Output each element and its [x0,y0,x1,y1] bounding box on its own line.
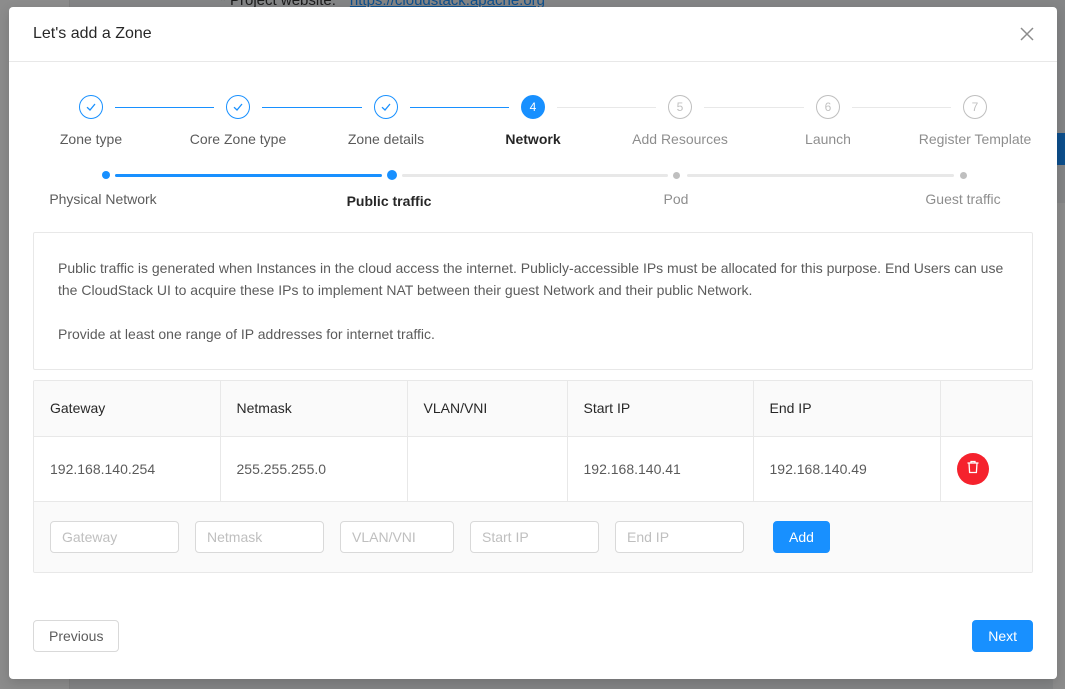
add-ip-range-form: Add [34,501,1032,572]
check-icon [79,95,103,119]
step-connector [410,107,509,108]
substep-dot-guest-traffic [960,172,967,179]
cell-end-ip: 192.168.140.49 [753,436,941,501]
check-icon [374,95,398,119]
step-label: Launch [805,131,851,147]
ip-range-table: Gateway Netmask VLAN/VNI Start IP End IP… [33,380,1033,573]
substep-physical-network: Physical Network [49,191,157,207]
substep-pod: Pod [663,191,689,207]
step-number: 5 [668,95,692,119]
column-header-end-ip: End IP [753,381,941,437]
substep-dot-pod [673,172,680,179]
description-paragraph: Public traffic is generated when Instanc… [58,260,1004,298]
next-button[interactable]: Next [972,620,1033,652]
delete-row-button[interactable] [956,452,989,485]
step-label: Network [505,131,561,147]
step-label: Core Zone type [189,131,287,147]
step-connector [852,107,951,108]
step-label: Register Template [918,131,1032,147]
column-header-start-ip: Start IP [567,381,754,437]
netmask-input[interactable] [195,521,324,553]
substep-connector [402,174,668,177]
step-label: Zone details [347,131,425,147]
cell-netmask: 255.255.255.0 [220,436,408,501]
previous-button[interactable]: Previous [33,620,120,652]
cell-actions [940,436,1032,501]
vlan-input[interactable] [340,521,454,553]
table-row: 192.168.140.254 255.255.255.0 192.168.14… [34,436,1032,501]
cell-gateway: 192.168.140.254 [34,436,221,501]
zone-wizard-steps: Zone type Core Zone type Zone details 4 … [9,7,1057,209]
public-traffic-description: Public traffic is generated when Instanc… [33,232,1033,370]
step-number: 6 [816,95,840,119]
add-zone-modal: Let's add a Zone Zone type Core Zone typ… [9,7,1057,679]
step-number: 4 [521,95,545,119]
column-header-netmask: Netmask [220,381,408,437]
step-number: 7 [963,95,987,119]
delete-icon [966,460,980,477]
column-header-actions [940,381,1032,437]
substep-guest-traffic: Guest traffic [925,191,1001,207]
step-label: Zone type [59,131,123,147]
step-label: Add Resources [632,131,728,147]
substep-connector [687,174,954,177]
cell-vlan [407,436,568,501]
substep-dot-physical-network [102,171,110,179]
table-header-row: Gateway Netmask VLAN/VNI Start IP End IP [34,381,1032,437]
cell-start-ip: 192.168.140.41 [567,436,754,501]
step-connector [115,107,214,108]
substep-public-traffic: Public traffic [346,193,432,209]
step-connector [557,107,656,108]
substep-dot-public-traffic [387,170,397,180]
end-ip-input[interactable] [615,521,744,553]
description-paragraph: Provide at least one range of IP address… [58,326,435,342]
step-connector [262,107,362,108]
column-header-gateway: Gateway [34,381,221,437]
gateway-input[interactable] [50,521,179,553]
substep-connector [115,174,382,177]
check-icon [226,95,250,119]
add-button[interactable]: Add [773,521,830,553]
step-connector [704,107,804,108]
start-ip-input[interactable] [470,521,599,553]
column-header-vlan: VLAN/VNI [407,381,568,437]
